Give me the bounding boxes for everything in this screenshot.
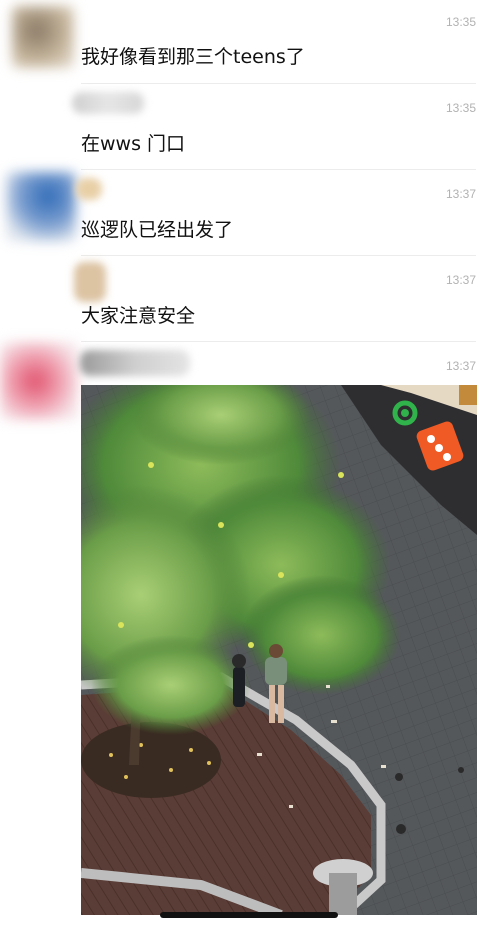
street-photo[interactable] [81, 385, 477, 915]
message-time: 13:37 [445, 273, 476, 287]
divider [81, 169, 476, 170]
divider [81, 255, 476, 256]
nickname [72, 92, 144, 114]
street-photo-illustration [81, 385, 477, 915]
message-text[interactable]: 我好像看到那三个teens了 [81, 42, 305, 69]
message-time: 13:35 [445, 101, 476, 115]
divider [81, 83, 476, 84]
nickname [80, 350, 190, 376]
divider [81, 341, 476, 342]
message-time: 13:37 [445, 187, 476, 201]
avatar[interactable] [12, 6, 74, 68]
message-time: 13:35 [445, 15, 476, 29]
message-time: 13:37 [445, 359, 476, 373]
message-text[interactable]: 在wws 门口 [81, 129, 185, 156]
home-indicator[interactable] [160, 912, 338, 918]
message-text[interactable]: 大家注意安全 [81, 301, 195, 328]
message-text[interactable]: 巡逻队已经出发了 [81, 215, 233, 242]
avatar[interactable] [0, 342, 78, 420]
nickname [76, 178, 102, 200]
nickname [74, 262, 106, 302]
avatar[interactable] [6, 172, 76, 242]
